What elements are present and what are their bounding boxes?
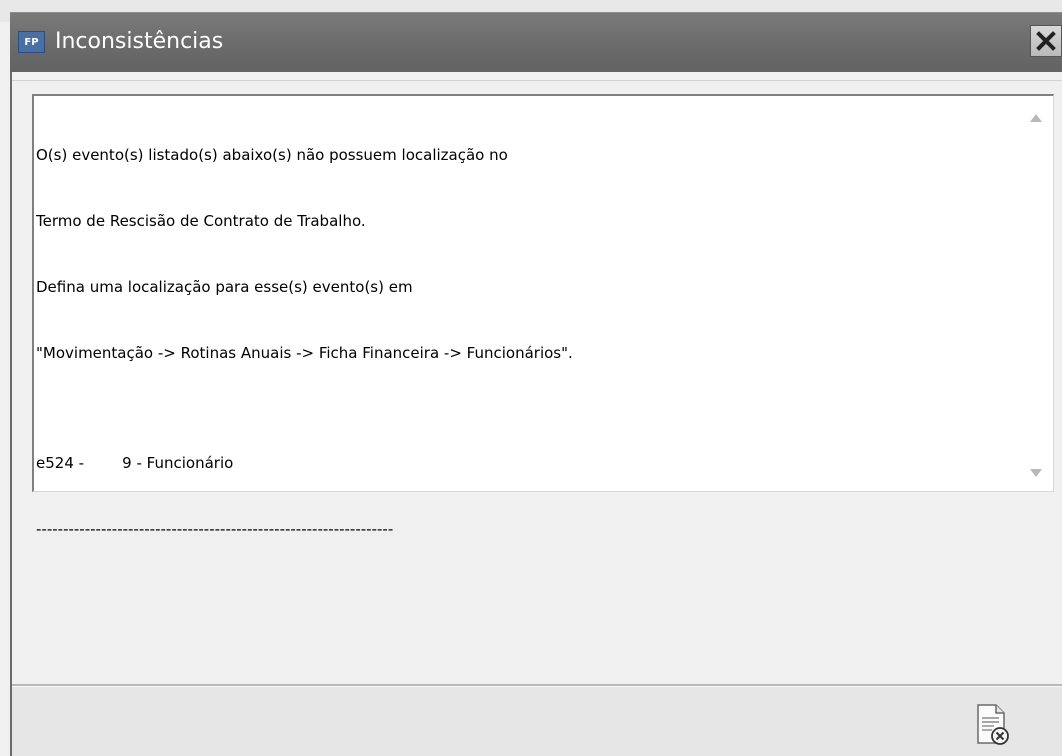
footer-bar xyxy=(12,687,1062,756)
scroll-up-arrow-icon[interactable] xyxy=(1030,114,1042,122)
app-icon: FP xyxy=(18,31,45,53)
message-line: e524 - 9 - Funcionário xyxy=(36,454,234,472)
close-button[interactable] xyxy=(1030,25,1062,57)
scroll-down-arrow-icon[interactable] xyxy=(1030,469,1042,477)
divider xyxy=(12,80,1062,81)
inconsistency-message-box[interactable]: O(s) evento(s) listado(s) abaixo(s) não … xyxy=(32,94,1054,538)
message-line: "Movimentação -> Rotinas Anuais -> Ficha… xyxy=(36,344,573,362)
window-body: O(s) evento(s) listado(s) abaixo(s) não … xyxy=(10,72,1062,756)
window-title: Inconsistências xyxy=(55,29,224,54)
app-icon-label: FP xyxy=(24,36,39,48)
close-document-button[interactable] xyxy=(970,701,1014,749)
message-line: ----------------------------------------… xyxy=(36,520,394,538)
message-line: Defina uma localização para esse(s) even… xyxy=(36,278,413,296)
close-icon xyxy=(1036,31,1056,51)
title-bar[interactable]: FP Inconsistências xyxy=(10,12,1062,72)
message-line: Termo de Rescisão de Contrato de Trabalh… xyxy=(36,212,366,230)
message-line: O(s) evento(s) listado(s) abaixo(s) não … xyxy=(36,146,508,164)
vertical-scrollbar[interactable] xyxy=(1019,96,1053,491)
message-text: O(s) evento(s) listado(s) abaixo(s) não … xyxy=(36,100,1016,584)
document-close-icon xyxy=(977,704,1009,745)
